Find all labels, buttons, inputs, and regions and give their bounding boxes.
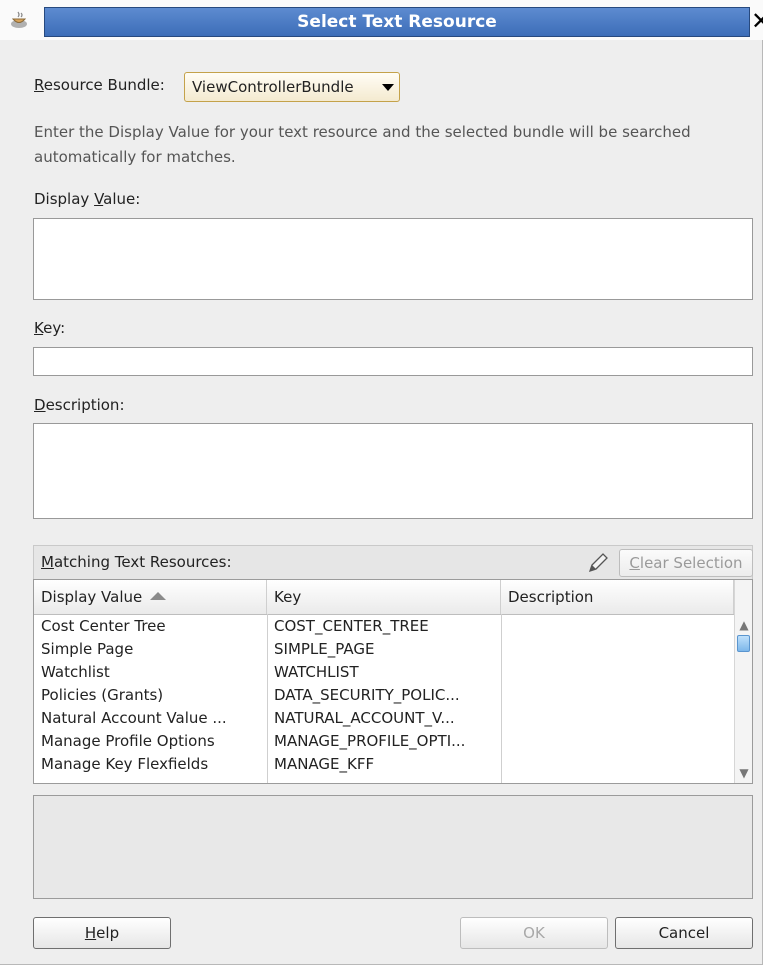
instruction-text: Enter the Display Value for your text re… [34, 123, 691, 166]
table-row[interactable]: Manage Key Flexfields MANAGE_KFF [34, 753, 734, 776]
table-row[interactable]: Policies (Grants) DATA_SECURITY_POLIC... [34, 684, 734, 707]
display-value-label: Display Value: [34, 190, 140, 208]
cell-key: WATCHLIST [274, 663, 359, 681]
cell-key: SIMPLE_PAGE [274, 640, 375, 658]
matching-title-text: atching Text Resources: [53, 553, 232, 571]
title-bar[interactable]: Select Text Resource ✕ [0, 0, 763, 40]
description-label-text: escription: [45, 396, 125, 414]
matching-resources-header: Matching Text Resources: Clear Selection [33, 545, 753, 579]
column-header-key-label: Key [274, 588, 302, 606]
column-header-description[interactable]: Description [501, 580, 734, 614]
table-row[interactable]: Simple Page SIMPLE_PAGE [34, 638, 734, 661]
matching-resources-title: Matching Text Resources: [41, 553, 232, 571]
description-field[interactable] [33, 423, 753, 519]
resource-bundle-mnemonic: R [34, 76, 44, 94]
resource-bundle-value: ViewControllerBundle [192, 78, 354, 96]
title-strip: Select Text Resource [44, 7, 750, 37]
cancel-button[interactable]: Cancel [615, 917, 753, 949]
key-label: Key: [34, 319, 65, 337]
cell-key: COST_CENTER_TREE [274, 617, 429, 635]
cell-key: MANAGE_PROFILE_OPTI... [274, 732, 466, 750]
coffee-cup-icon [11, 11, 27, 28]
cell-display-value: Cost Center Tree [41, 617, 166, 635]
vertical-scrollbar[interactable]: ▲ ▼ [734, 580, 752, 783]
cell-display-value: Watchlist [41, 663, 110, 681]
scroll-up-icon[interactable]: ▲ [737, 618, 751, 632]
cell-display-value: Manage Key Flexfields [41, 755, 209, 773]
column-header-description-label: Description [508, 588, 594, 606]
description-label: Description: [34, 396, 125, 414]
display-value-mnemonic: V [94, 190, 104, 208]
clear-selection-label: lear Selection [639, 554, 743, 572]
cell-key: MANAGE_KFF [274, 755, 375, 773]
table-header: Display Value Key Description [34, 580, 734, 615]
column-header-display-value[interactable]: Display Value [34, 580, 267, 614]
ok-button[interactable]: OK [460, 917, 608, 949]
display-value-label-before: Display [34, 190, 95, 208]
matching-resources-table[interactable]: Display Value Key Description Cost Cente… [33, 579, 753, 784]
cell-key: NATURAL_ACCOUNT_V... [274, 709, 455, 727]
resource-bundle-label-text: esource Bundle: [43, 76, 165, 94]
key-field[interactable] [33, 347, 753, 376]
column-header-display-value-label: Display Value [41, 588, 143, 606]
display-value-label-after: alue: [103, 190, 141, 208]
pencil-icon[interactable] [587, 553, 609, 573]
matching-mnemonic: M [41, 553, 54, 571]
close-icon[interactable]: ✕ [751, 6, 763, 36]
table-body: Cost Center Tree COST_CENTER_TREE Simple… [34, 615, 734, 776]
display-value-field[interactable] [33, 218, 753, 300]
window-title: Select Text Resource [297, 12, 497, 32]
help-mnemonic: H [84, 924, 97, 942]
cell-display-value: Natural Account Value ... [41, 709, 227, 727]
chevron-down-icon [382, 84, 394, 91]
table-row[interactable]: Cost Center Tree COST_CENTER_TREE [34, 615, 734, 638]
detail-preview-area [33, 795, 753, 899]
resource-bundle-label: Resource Bundle: [34, 76, 165, 94]
resource-bundle-select[interactable]: ViewControllerBundle [184, 72, 400, 102]
select-text-resource-dialog: Select Text Resource ✕ Resource Bundle: … [0, 0, 763, 965]
scroll-thumb[interactable] [737, 635, 750, 652]
table-row[interactable]: Watchlist WATCHLIST [34, 661, 734, 684]
cell-key: DATA_SECURITY_POLIC... [274, 686, 460, 704]
sort-ascending-icon [150, 591, 167, 600]
key-mnemonic: K [34, 319, 44, 337]
cell-display-value: Manage Profile Options [41, 732, 215, 750]
column-header-key[interactable]: Key [267, 580, 501, 614]
cell-display-value: Policies (Grants) [41, 686, 164, 704]
table-row[interactable]: Manage Profile Options MANAGE_PROFILE_OP… [34, 730, 734, 753]
key-label-text: ey: [43, 319, 66, 337]
scroll-down-icon[interactable]: ▼ [737, 766, 751, 780]
table-row[interactable]: Natural Account Value ... NATURAL_ACCOUN… [34, 707, 734, 730]
help-button-label: elp [96, 924, 120, 942]
clear-selection-button[interactable]: Clear Selection [619, 549, 753, 577]
help-button[interactable]: Help [33, 917, 171, 949]
description-mnemonic: D [34, 396, 46, 414]
cell-display-value: Simple Page [41, 640, 134, 658]
clear-selection-mnemonic: C [629, 554, 640, 572]
